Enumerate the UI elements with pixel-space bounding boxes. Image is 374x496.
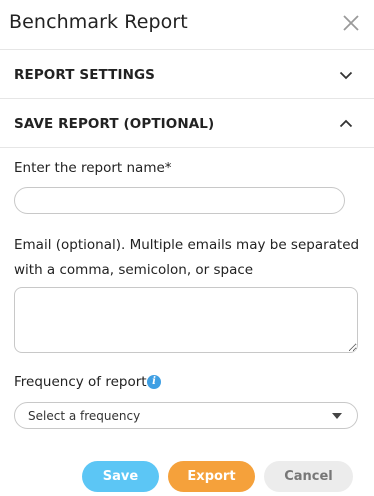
email-label: Email (optional). Multiple emails may be… [14, 237, 360, 278]
frequency-select[interactable]: Select a frequency [14, 402, 358, 429]
chevron-down-icon[interactable] [338, 67, 354, 83]
dialog-title: Benchmark Report [9, 11, 188, 33]
section-save-report-label: SAVE REPORT (OPTIONAL) [14, 116, 215, 132]
email-textarea[interactable] [14, 287, 358, 353]
info-icon[interactable]: i [147, 375, 161, 389]
frequency-label: Frequency of report [14, 374, 147, 390]
save-button[interactable]: Save [82, 461, 159, 492]
report-name-label: Enter the report name* [14, 160, 172, 176]
export-button[interactable]: Export [168, 461, 255, 492]
report-name-input[interactable] [14, 187, 345, 214]
section-report-settings[interactable]: REPORT SETTINGS [0, 50, 374, 99]
section-report-settings-label: REPORT SETTINGS [14, 67, 155, 83]
dialog-header: Benchmark Report [0, 0, 374, 50]
frequency-select-value: Select a frequency [28, 409, 141, 423]
section-save-report[interactable]: SAVE REPORT (OPTIONAL) [0, 99, 374, 148]
close-icon[interactable] [340, 12, 362, 34]
cancel-button[interactable]: Cancel [264, 461, 353, 492]
chevron-up-icon[interactable] [338, 116, 354, 132]
caret-down-icon [332, 413, 342, 419]
